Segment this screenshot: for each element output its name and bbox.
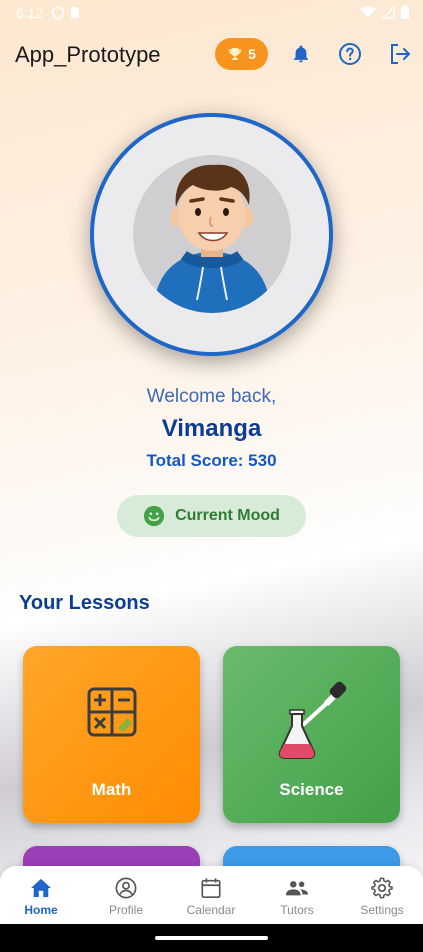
nav-item-profile[interactable]: Profile <box>86 876 166 917</box>
system-gesture-area <box>0 924 423 952</box>
status-notification-icons <box>52 6 80 20</box>
help-icon[interactable] <box>337 41 363 67</box>
lesson-card-science[interactable]: Science <box>223 646 400 823</box>
sim-card-icon <box>71 7 79 18</box>
people-icon <box>257 876 337 900</box>
app-bar: App_Prototype 5 <box>0 32 423 78</box>
flask-dropper-icon <box>223 672 400 762</box>
calculator-icon <box>23 686 200 738</box>
signal-icon <box>382 5 395 19</box>
trophy-badge[interactable]: 5 <box>215 38 268 70</box>
notifications-bell-icon[interactable] <box>288 41 314 67</box>
logout-icon[interactable] <box>387 41 413 67</box>
app-title: App_Prototype <box>15 42 161 67</box>
trophy-count: 5 <box>248 46 256 62</box>
bottom-navigation: Home Profile Calendar Tutors Settings <box>0 866 423 924</box>
home-screen: 6:12 App_Prototype 5 Welcome back, Viman… <box>0 0 423 952</box>
lesson-card-label: Science <box>279 780 344 799</box>
trophy-icon <box>229 48 242 60</box>
status-time: 6:12 <box>16 5 44 21</box>
nav-label-tutors: Tutors <box>280 903 314 917</box>
lesson-card-math[interactable]: Math <box>23 646 200 823</box>
gesture-handle[interactable] <box>155 936 268 940</box>
nav-item-calendar[interactable]: Calendar <box>171 876 251 917</box>
nav-item-home[interactable]: Home <box>1 876 81 917</box>
nav-label-settings: Settings <box>360 903 404 917</box>
current-mood-button[interactable]: Current Mood <box>117 495 306 537</box>
status-bar: 6:12 <box>0 0 423 28</box>
shield-icon <box>52 6 64 20</box>
calendar-icon <box>171 876 251 900</box>
lesson-card-label: Math <box>91 780 132 799</box>
status-system-icons <box>360 5 409 19</box>
lessons-section-title: Your Lessons <box>19 592 150 614</box>
nav-item-settings[interactable]: Settings <box>342 876 422 917</box>
nav-label-calendar: Calendar <box>186 903 236 917</box>
profile-avatar[interactable] <box>90 113 333 356</box>
nav-item-tutors[interactable]: Tutors <box>257 876 337 917</box>
wifi-icon <box>360 5 376 18</box>
gear-icon <box>342 876 422 900</box>
welcome-text: Welcome back, <box>146 386 277 407</box>
current-mood-label: Current Mood <box>175 507 280 524</box>
nav-label-home: Home <box>24 903 58 917</box>
account-circle-icon <box>86 876 166 900</box>
home-icon <box>1 876 81 900</box>
total-score: Total Score: 530 <box>146 451 277 470</box>
avatar-image <box>133 155 291 313</box>
nav-label-profile: Profile <box>108 903 143 917</box>
username: Vimanga <box>161 415 262 442</box>
smiley-icon <box>143 505 165 527</box>
battery-icon <box>401 5 409 19</box>
